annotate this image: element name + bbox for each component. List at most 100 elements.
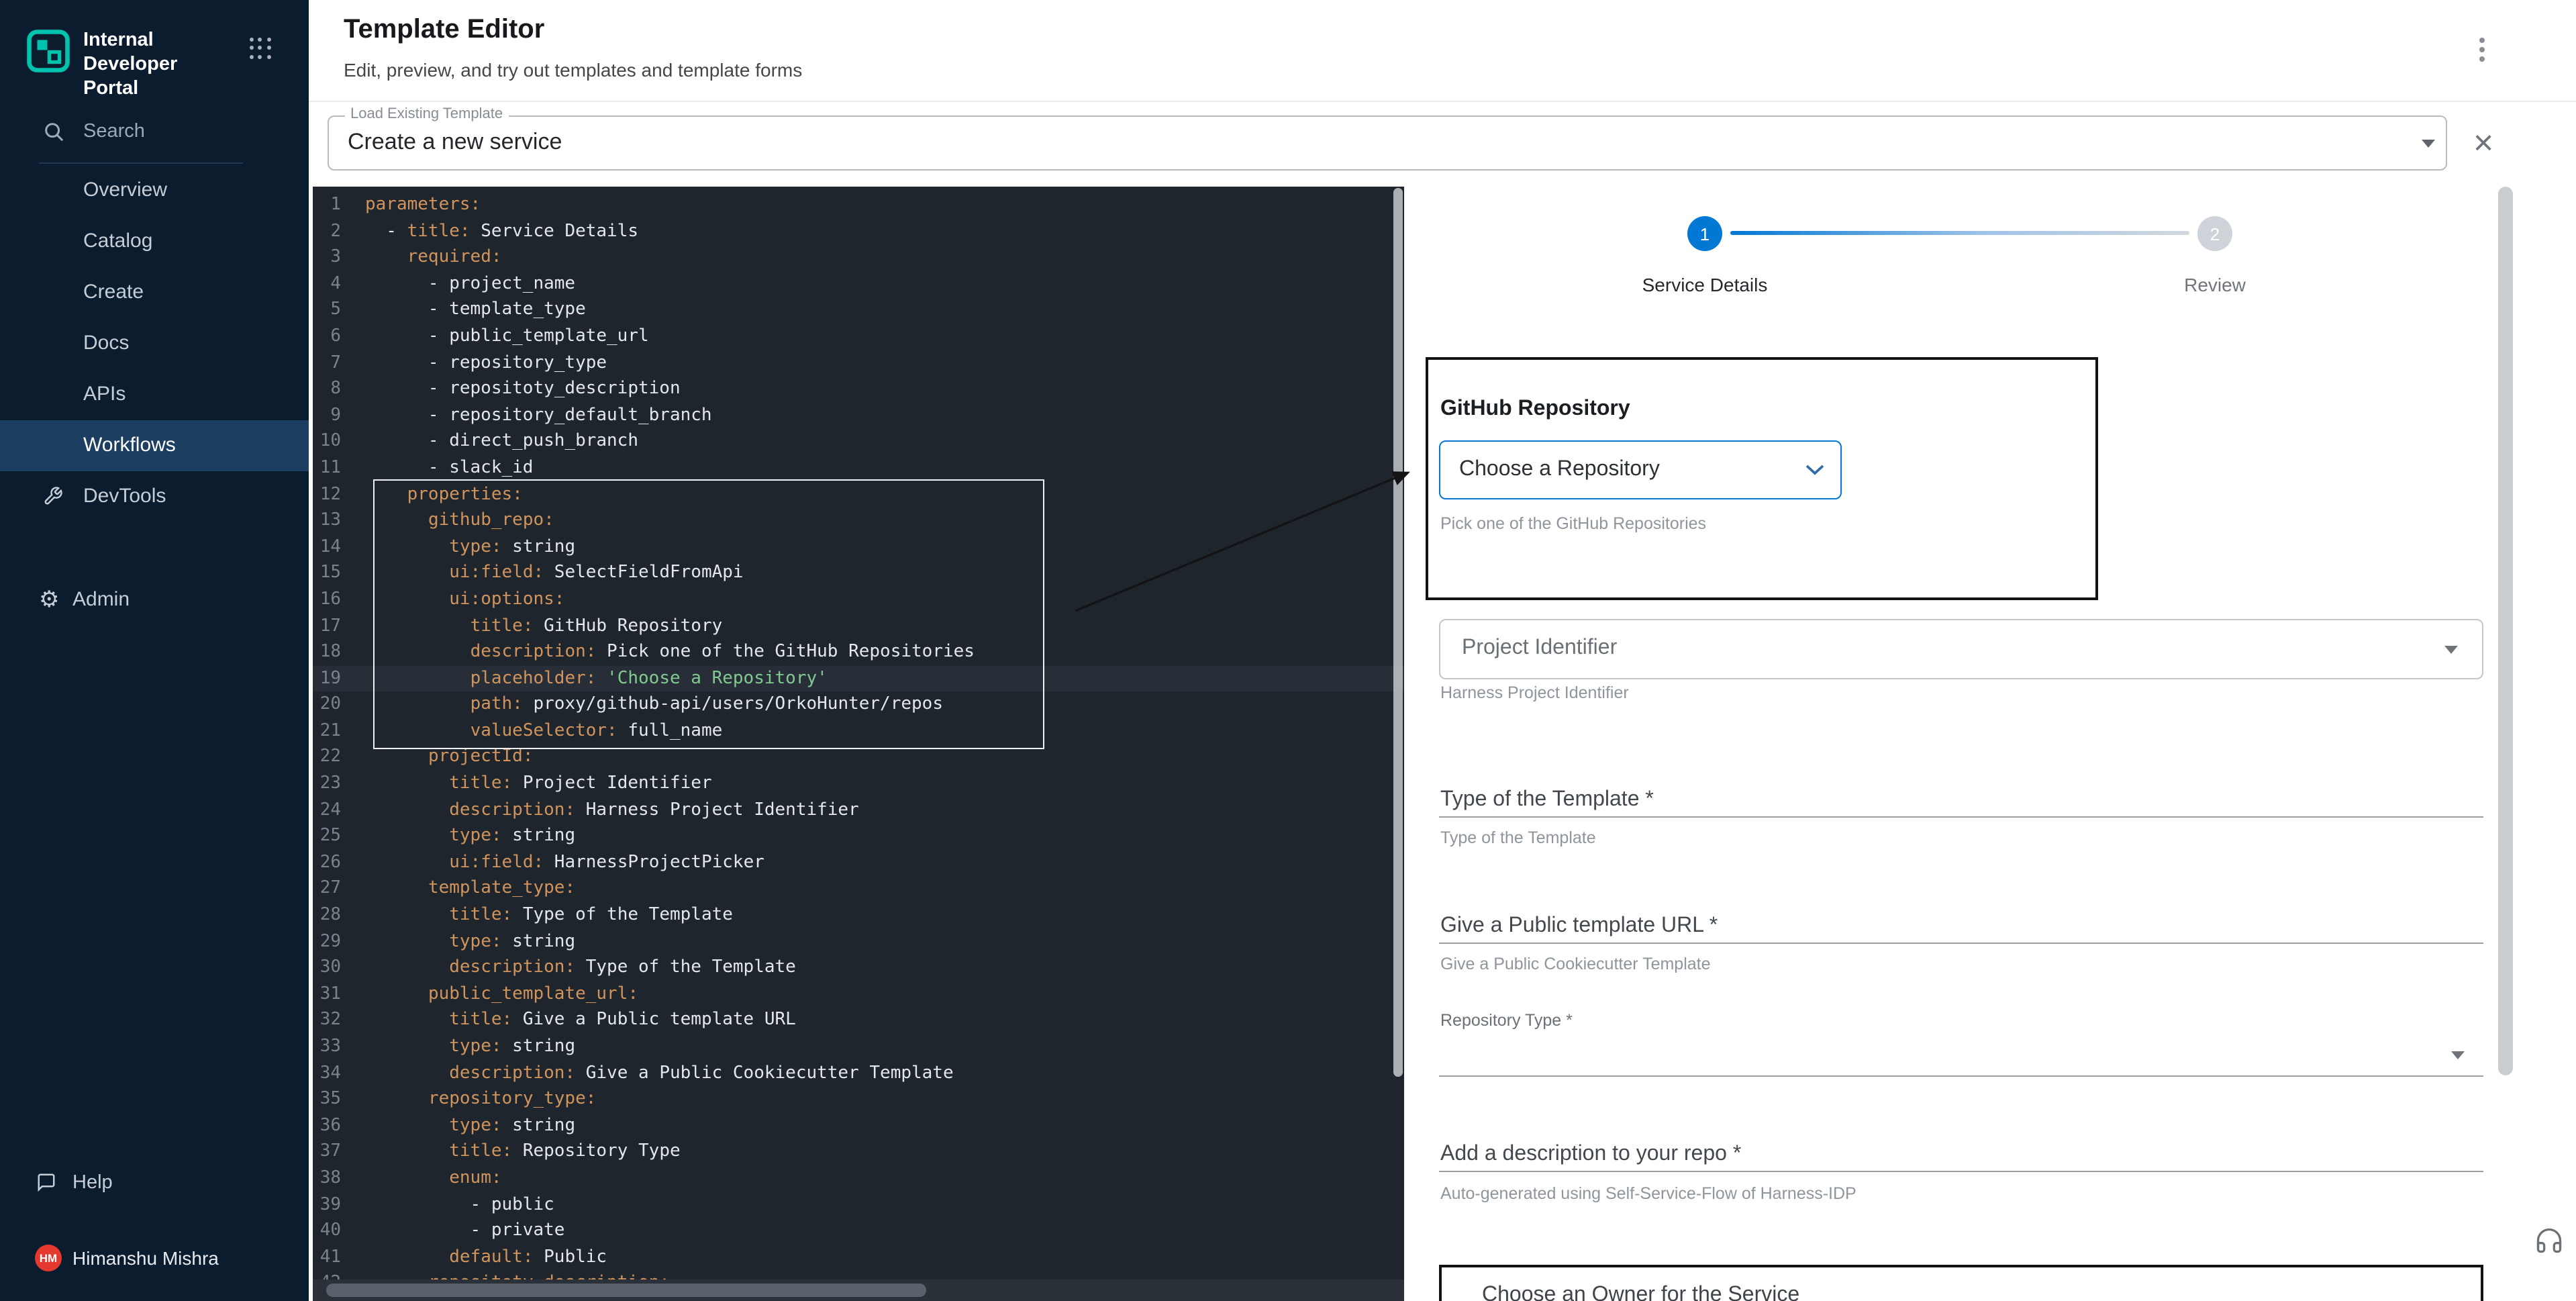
- code-line[interactable]: 22 projectId:: [313, 744, 1404, 771]
- repository-type-label: Repository Type *: [1440, 1011, 1573, 1030]
- load-template-value: Create a new service: [348, 129, 562, 156]
- close-icon[interactable]: ×: [2467, 124, 2499, 161]
- code-line[interactable]: 41 default: Public: [313, 1245, 1404, 1271]
- code-line[interactable]: 33 type: string: [313, 1034, 1404, 1060]
- code-line[interactable]: 37 title: Repository Type: [313, 1139, 1404, 1165]
- code-line[interactable]: 19 placeholder: 'Choose a Repository': [313, 665, 1404, 691]
- code-line[interactable]: 24 description: Harness Project Identifi…: [313, 797, 1404, 823]
- dropdown-caret-icon: [2451, 1051, 2465, 1059]
- code-editor[interactable]: 1parameters:2 - title: Service Details3 …: [313, 187, 1404, 1301]
- horizontal-scrollbar-thumb[interactable]: [326, 1284, 926, 1297]
- brand-title-line1: Internal Developer: [83, 28, 244, 77]
- code-line[interactable]: 13 github_repo:: [313, 508, 1404, 534]
- owner-section-label: Choose an Owner for the Service: [1482, 1284, 1799, 1301]
- user-profile[interactable]: HM Himanshu Mishra: [0, 1233, 309, 1284]
- sidebar-item-overview[interactable]: Overview: [0, 165, 309, 216]
- step-1-number: 1: [1700, 224, 1710, 244]
- support-headset-icon[interactable]: [2534, 1226, 2564, 1255]
- code-line[interactable]: 29 type: string: [313, 928, 1404, 955]
- code-line[interactable]: 23 title: Project Identifier: [313, 771, 1404, 797]
- code-line[interactable]: 31 public_template_url:: [313, 981, 1404, 1008]
- sidebar-divider: [39, 162, 243, 164]
- code-line[interactable]: 16 ui:options:: [313, 587, 1404, 613]
- page-subtitle: Edit, preview, and try out templates and…: [344, 59, 802, 81]
- sidebar-item-create[interactable]: Create: [0, 267, 309, 318]
- github-repo-label: GitHub Repository: [1440, 397, 1630, 422]
- code-line[interactable]: 28 title: Type of the Template: [313, 902, 1404, 928]
- code-line[interactable]: 9 - repository_default_branch: [313, 403, 1404, 429]
- code-line[interactable]: 40 - private: [313, 1218, 1404, 1244]
- code-line[interactable]: 14 type: string: [313, 534, 1404, 560]
- github-repo-helper: Pick one of the GitHub Repositories: [1440, 514, 1706, 533]
- sidebar-search[interactable]: Search: [0, 107, 309, 156]
- template-type-input[interactable]: Type of the Template *: [1440, 788, 1654, 812]
- code-line[interactable]: 1parameters:: [313, 192, 1404, 218]
- repository-type-select[interactable]: [1439, 1075, 2483, 1077]
- repo-description-underline[interactable]: [1439, 1171, 2483, 1172]
- code-line[interactable]: 6 - public_template_url: [313, 324, 1404, 350]
- repo-description-input[interactable]: Add a description to your repo *: [1440, 1143, 1741, 1167]
- code-line[interactable]: 34 description: Give a Public Cookiecutt…: [313, 1060, 1404, 1086]
- code-lines: 1parameters:2 - title: Service Details3 …: [313, 192, 1404, 1297]
- kebab-menu-icon[interactable]: [2474, 35, 2490, 64]
- code-line[interactable]: 18 description: Pick one of the GitHub R…: [313, 639, 1404, 665]
- brand-title-line2: Portal: [83, 77, 244, 101]
- sidebar-item-help[interactable]: Help: [0, 1157, 309, 1208]
- sidebar-item-docs[interactable]: Docs: [0, 318, 309, 369]
- project-identifier-select[interactable]: Project Identifier: [1439, 619, 2483, 679]
- page-title: Template Editor: [344, 15, 544, 46]
- step-2-label: Review: [2081, 274, 2349, 295]
- public-template-url-underline[interactable]: [1439, 943, 2483, 944]
- dropdown-caret-icon: [2444, 646, 2458, 654]
- sidebar-item-admin[interactable]: ⚙ Admin: [0, 575, 309, 626]
- sidebar-nav: Overview Catalog Create Docs APIs Workfl…: [0, 165, 309, 522]
- code-line[interactable]: 39 - public: [313, 1192, 1404, 1218]
- code-line[interactable]: 26 ui:field: HarnessProjectPicker: [313, 850, 1404, 876]
- sidebar-item-catalog[interactable]: Catalog: [0, 216, 309, 267]
- project-identifier-helper: Harness Project Identifier: [1440, 683, 1629, 702]
- github-repo-select[interactable]: Choose a Repository: [1439, 440, 1842, 499]
- code-line[interactable]: 11 - slack_id: [313, 455, 1404, 481]
- code-line[interactable]: 30 description: Type of the Template: [313, 955, 1404, 981]
- help-label: Help: [72, 1172, 113, 1194]
- code-line[interactable]: 15 ui:field: SelectFieldFromApi: [313, 561, 1404, 587]
- code-line[interactable]: 27 template_type:: [313, 876, 1404, 902]
- code-line[interactable]: 3 required:: [313, 244, 1404, 271]
- panel-scrollbar[interactable]: [2498, 187, 2513, 1075]
- sidebar-item-workflows[interactable]: Workflows: [0, 420, 309, 471]
- sidebar-item-apis[interactable]: APIs: [0, 369, 309, 420]
- search-label: Search: [83, 121, 145, 142]
- step-1-label: Service Details: [1571, 274, 1839, 295]
- code-line[interactable]: 10 - direct_push_branch: [313, 429, 1404, 455]
- template-type-underline[interactable]: [1439, 816, 2483, 818]
- code-line[interactable]: 12 properties:: [313, 481, 1404, 508]
- step-1-indicator[interactable]: 1: [1687, 216, 1722, 251]
- code-line[interactable]: 32 title: Give a Public template URL: [313, 1008, 1404, 1034]
- step-2-number: 2: [2210, 224, 2220, 244]
- code-line[interactable]: 20 path: proxy/github-api/users/OrkoHunt…: [313, 692, 1404, 718]
- public-template-url-helper: Give a Public Cookiecutter Template: [1440, 955, 1711, 973]
- code-line[interactable]: 36 type: string: [313, 1113, 1404, 1139]
- admin-label: Admin: [72, 588, 130, 611]
- code-line[interactable]: 35 repository_type:: [313, 1086, 1404, 1112]
- code-line[interactable]: 25 type: string: [313, 824, 1404, 850]
- code-line[interactable]: 4 - project_name: [313, 271, 1404, 297]
- header-divider: [309, 101, 2576, 102]
- code-line[interactable]: 21 valueSelector: full_name: [313, 718, 1404, 744]
- code-line[interactable]: 7 - repository_type: [313, 350, 1404, 376]
- public-template-url-input[interactable]: Give a Public template URL *: [1440, 914, 1718, 938]
- apps-grid-icon[interactable]: [250, 38, 271, 59]
- code-line[interactable]: 8 - repositoty_description: [313, 376, 1404, 402]
- app-root: Internal Developer Portal Search Overvie…: [0, 0, 2576, 1301]
- editor-vertical-scrollbar[interactable]: [1393, 188, 1403, 1077]
- load-template-select[interactable]: Load Existing Template Create a new serv…: [328, 115, 2447, 171]
- wrench-icon: [43, 486, 63, 506]
- code-line[interactable]: 5 - template_type: [313, 297, 1404, 324]
- code-line[interactable]: 38 enum:: [313, 1165, 1404, 1192]
- step-2-indicator[interactable]: 2: [2197, 216, 2232, 251]
- sidebar-item-devtools[interactable]: DevTools: [0, 471, 309, 522]
- code-line[interactable]: 2 - title: Service Details: [313, 218, 1404, 244]
- avatar: HM: [35, 1245, 62, 1271]
- horizontal-scrollbar[interactable]: [313, 1280, 1404, 1301]
- code-line[interactable]: 17 title: GitHub Repository: [313, 613, 1404, 639]
